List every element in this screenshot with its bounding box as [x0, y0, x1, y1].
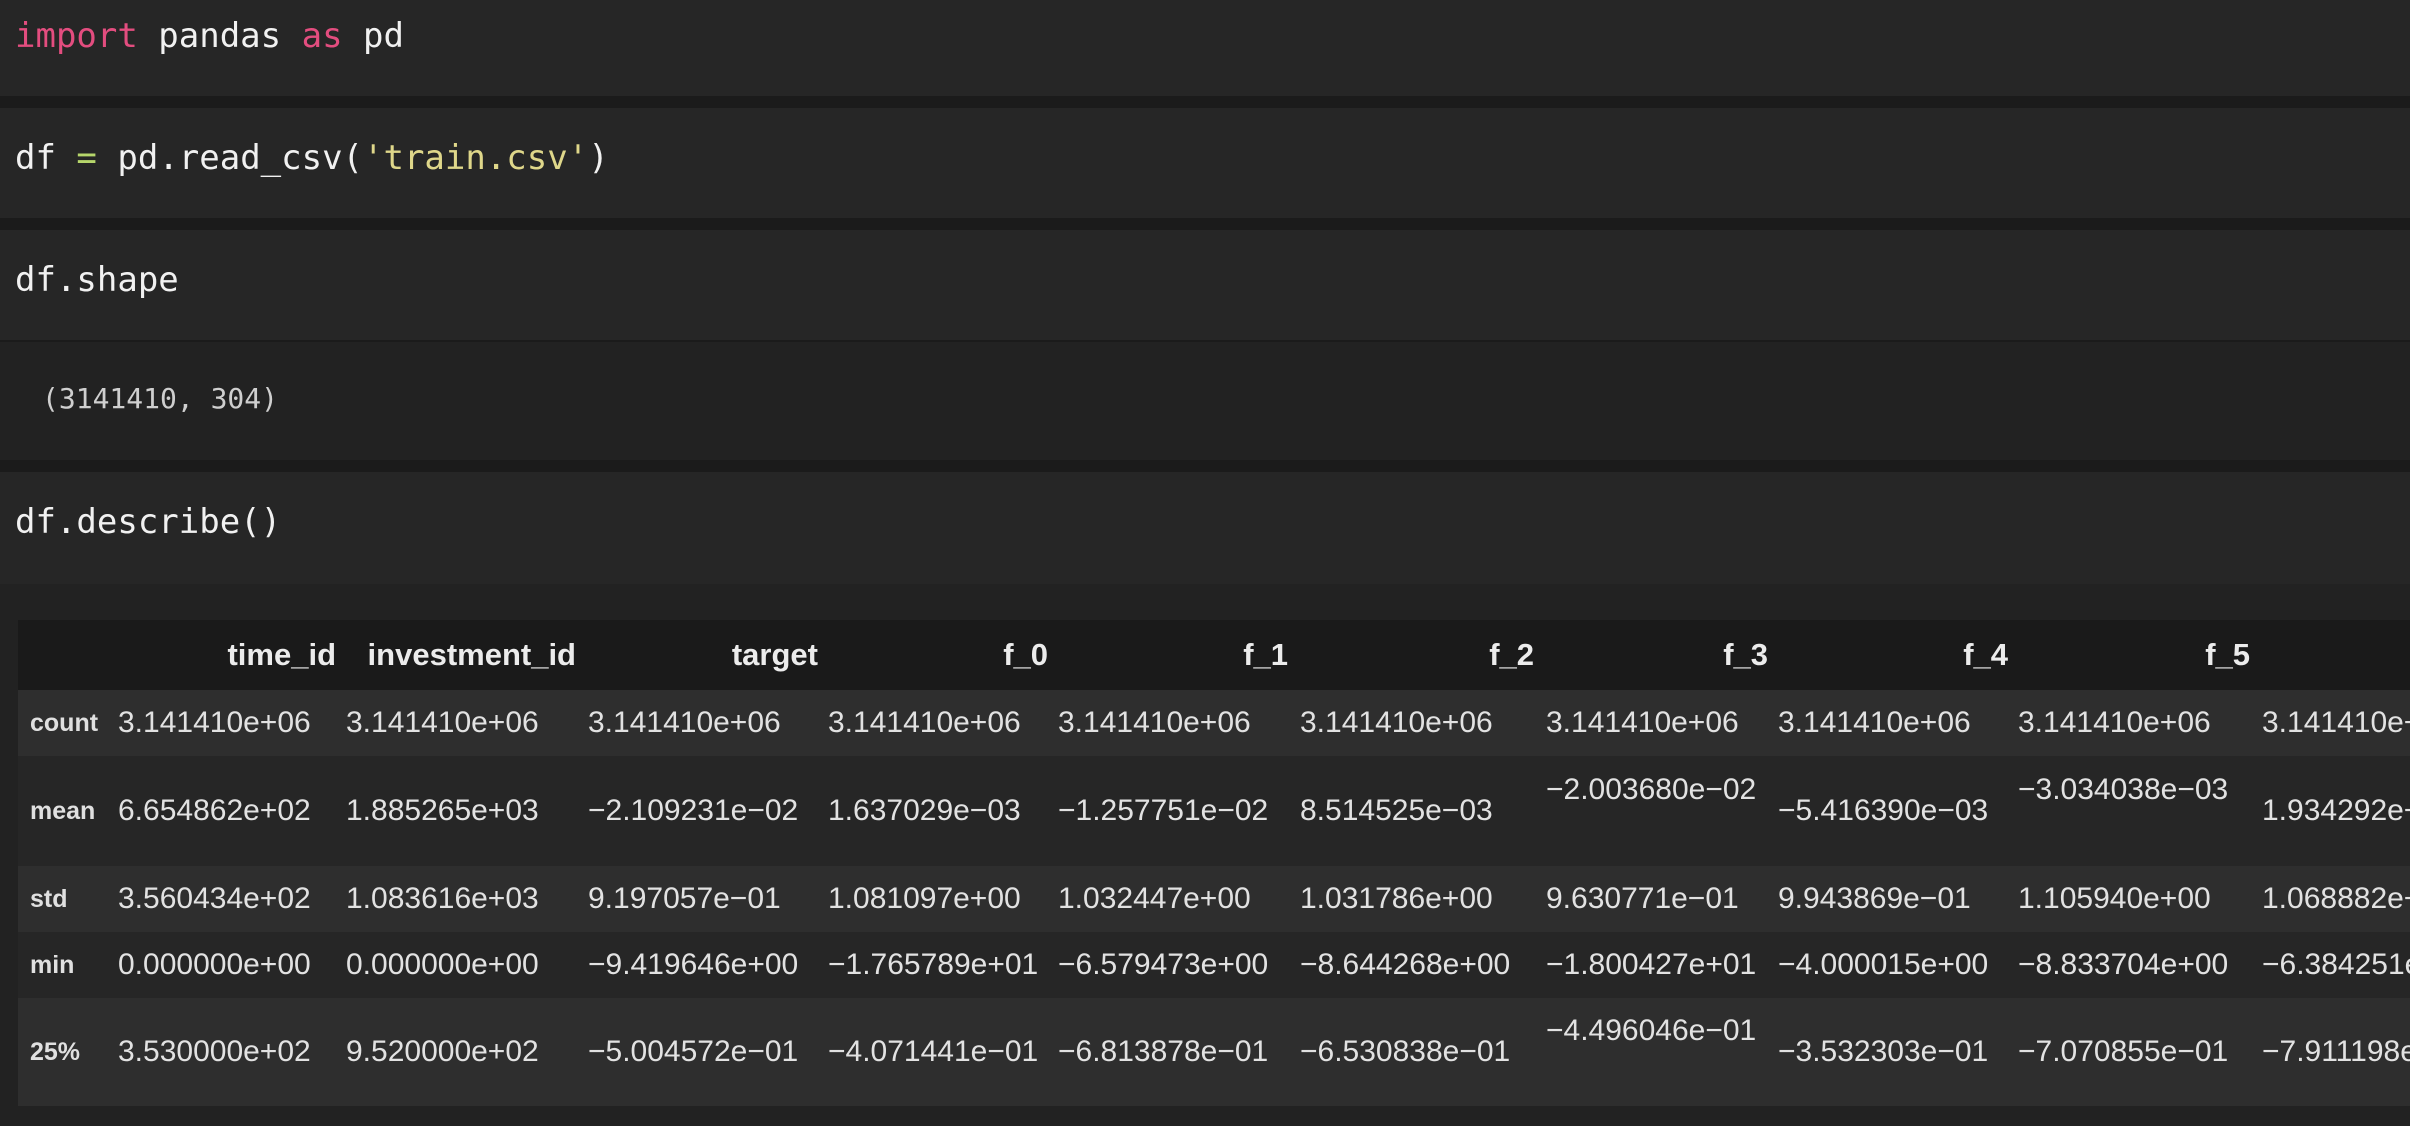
- row-index: count: [30, 709, 99, 737]
- column-header-f5: f_5: [2205, 637, 2250, 672]
- table-cell: 6.654862e+02: [118, 794, 311, 827]
- table-cell: 3.141410e+06: [1300, 706, 1493, 739]
- string-literal: 'train.csv': [363, 138, 589, 178]
- table-cell: −4.496046e−01: [1546, 1014, 1757, 1047]
- code-text: df: [15, 138, 77, 178]
- table-cell: 8.514525e−03: [1300, 794, 1493, 827]
- table-cell: −7.070855e−01: [2018, 1035, 2229, 1068]
- table-cell: 3.141410e+06: [1546, 706, 1739, 739]
- table-cell: 1.083616e+03: [346, 882, 539, 915]
- table-cell: 3.141410e+06: [2018, 706, 2211, 739]
- output-cell-shape: (3141410, 304): [0, 342, 2410, 460]
- table-row-25pct: 25% 3.530000e+02 9.520000e+02 −5.004572e…: [18, 998, 2410, 1106]
- table-cell: 3.141410e+06: [828, 706, 1021, 739]
- table-cell: −1.765789e+01: [828, 948, 1039, 981]
- table-cell: 3.141410e+06: [1778, 706, 1971, 739]
- row-index: std: [30, 885, 68, 913]
- table-cell: 3.141410e+06: [588, 706, 781, 739]
- code-text: pandas: [137, 16, 302, 56]
- table-cell-truncated: 1.068882e−: [2262, 882, 2410, 915]
- table-cell: −1.257751e−02: [1058, 794, 1269, 827]
- table-cell: −4.071441e−01: [828, 1035, 1039, 1068]
- column-header-target: target: [731, 637, 818, 672]
- code-cell-shape[interactable]: df.shape: [0, 230, 2410, 340]
- table-cell: 3.530000e+02: [118, 1035, 311, 1068]
- table-cell: 9.630771e−01: [1546, 882, 1739, 915]
- table-cell: −4.000015e+00: [1778, 948, 1989, 981]
- table-cell: −5.416390e−03: [1778, 794, 1989, 827]
- table-cell: −1.800427e+01: [1546, 948, 1757, 981]
- code-text: ): [588, 138, 609, 178]
- column-header-f0: f_0: [1003, 637, 1048, 672]
- table-cell: −8.644268e+00: [1300, 948, 1511, 981]
- code-cell-read-csv[interactable]: df = pd.read_csv('train.csv'): [0, 108, 2410, 218]
- code-cell-describe[interactable]: df.describe(): [0, 472, 2410, 584]
- code-cell-import[interactable]: import pandas as pd: [0, 0, 2410, 96]
- column-header-f2: f_2: [1489, 637, 1534, 672]
- table-cell: 3.141410e+06: [118, 706, 311, 739]
- table-cell: −5.004572e−01: [588, 1035, 799, 1068]
- table-cell: 9.520000e+02: [346, 1035, 539, 1068]
- column-header-time-id: time_id: [227, 637, 336, 672]
- code-df-describe[interactable]: df.describe(): [15, 502, 281, 542]
- table-cell-truncated: 3.141410e+: [2262, 706, 2410, 739]
- table-cell-truncated: −6.384251e: [2262, 948, 2410, 981]
- table-cell: 1.081097e+00: [828, 882, 1021, 915]
- table-cell: −2.003680e−02: [1546, 773, 1757, 806]
- row-index: mean: [30, 797, 96, 825]
- row-index: 25%: [30, 1038, 81, 1066]
- table-cell: −6.530838e−01: [1300, 1035, 1511, 1068]
- table-cell: −6.579473e+00: [1058, 948, 1269, 981]
- code-read-csv[interactable]: df = pd.read_csv('train.csv'): [15, 138, 609, 178]
- table-cell: 9.943869e−01: [1778, 882, 1971, 915]
- table-cell: −8.833704e+00: [2018, 948, 2229, 981]
- table-cell: 1.637029e−03: [828, 794, 1021, 827]
- table-cell: −6.813878e−01: [1058, 1035, 1269, 1068]
- column-header-f4: f_4: [1963, 637, 2008, 672]
- table-row-min: min 0.000000e+00 0.000000e+00 −9.419646e…: [18, 932, 2410, 998]
- table-cell: 0.000000e+00: [118, 948, 311, 981]
- table-cell: −2.109231e−02: [588, 794, 799, 827]
- shape-output: (3141410, 304): [42, 382, 279, 415]
- table-cell: −9.419646e+00: [588, 948, 799, 981]
- code-text: pd: [342, 16, 404, 56]
- table-row-mean: mean 6.654862e+02 1.885265e+03 −2.109231…: [18, 756, 2410, 866]
- table-cell: 1.885265e+03: [346, 794, 539, 827]
- table-cell: 3.141410e+06: [346, 706, 539, 739]
- code-import-pandas[interactable]: import pandas as pd: [15, 16, 404, 56]
- column-header-investment-id: investment_id: [367, 637, 576, 672]
- table-row-std: std 3.560434e+02 1.083616e+03 9.197057e−…: [18, 866, 2410, 932]
- table-cell: 0.000000e+00: [346, 948, 539, 981]
- table-cell: 1.031786e+00: [1300, 882, 1493, 915]
- keyword-as: as: [301, 16, 343, 56]
- keyword-import: import: [15, 16, 138, 56]
- code-text: pd.read_csv(: [96, 138, 364, 178]
- table-cell: 1.032447e+00: [1058, 882, 1251, 915]
- output-cell-describe: time_id investment_id target f_0 f_1 f_2…: [0, 584, 2410, 1126]
- column-header-f1: f_1: [1243, 637, 1288, 672]
- column-header-f3: f_3: [1723, 637, 1768, 672]
- table-cell: −3.532303e−01: [1778, 1035, 1989, 1068]
- table-cell: 3.560434e+02: [118, 882, 311, 915]
- table-cell-truncated: −7.911198e: [2262, 1035, 2410, 1068]
- table-cell: −3.034038e−03: [2018, 773, 2229, 806]
- table-cell-truncated: 1.934292e−: [2262, 794, 2410, 827]
- table-cell: 9.197057e−01: [588, 882, 781, 915]
- table-cell: 1.105940e+00: [2018, 882, 2211, 915]
- table-row-count: count 3.141410e+06 3.141410e+06 3.141410…: [18, 690, 2410, 756]
- operator-assign: =: [76, 138, 97, 178]
- row-index: min: [30, 951, 75, 979]
- table-header: time_id investment_id target f_0 f_1 f_2…: [18, 620, 2410, 690]
- code-df-shape[interactable]: df.shape: [15, 260, 179, 300]
- table-cell: 3.141410e+06: [1058, 706, 1251, 739]
